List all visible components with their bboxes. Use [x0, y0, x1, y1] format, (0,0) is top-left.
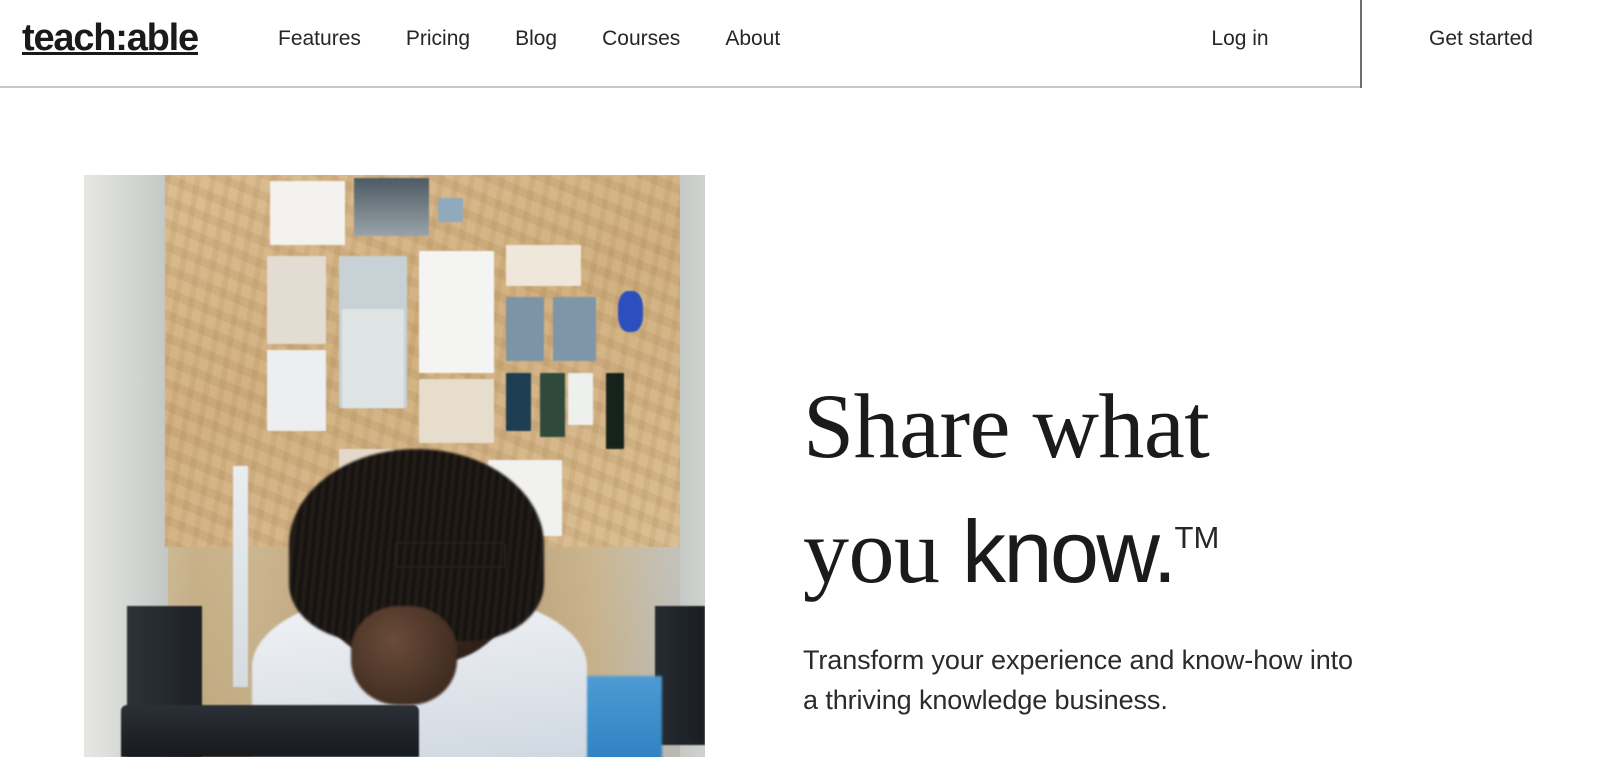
photo-measuring-tape [233, 466, 248, 688]
nav-item-blog[interactable]: Blog [515, 25, 557, 53]
photo-paper [270, 180, 345, 245]
headline-line-1: Share what [803, 375, 1210, 477]
hero-subheadline: Transform your experience and know-how i… [803, 640, 1463, 720]
page-root: teach:able Features Pricing Blog Courses… [0, 0, 1600, 757]
photo-swatch [540, 372, 566, 437]
hero-section: Share what you know.TM Transform your ex… [0, 88, 1600, 757]
photo-swatch [506, 297, 544, 362]
photo-paper [506, 244, 581, 286]
hero-photo [84, 175, 705, 757]
photo-swatch [552, 297, 597, 362]
photo-sticker [437, 198, 463, 222]
photo-glasses [394, 541, 507, 568]
photo-photo-print [354, 177, 429, 237]
trademark-superscript: TM [1174, 520, 1220, 555]
login-cell[interactable]: Log in [1120, 0, 1360, 88]
get-started-cell[interactable]: Get started [1362, 0, 1600, 88]
subhead-line-2: a thriving knowledge business. [803, 685, 1168, 715]
headline-line-2-serif: you [803, 500, 940, 602]
photo-chair [574, 675, 662, 757]
photo-swatch [506, 372, 532, 432]
photo-paper [267, 256, 327, 344]
photo-paper [419, 250, 494, 373]
site-header: teach:able Features Pricing Blog Courses… [0, 0, 1600, 88]
photo-swatch [568, 372, 594, 426]
nav-item-pricing[interactable]: Pricing [406, 25, 470, 53]
hero-headline: Share what you know.TM [803, 371, 1503, 607]
get-started-button[interactable]: Get started [1429, 25, 1533, 53]
photo-sketch [341, 308, 404, 408]
hero-image [84, 175, 705, 757]
photo-swatch [605, 372, 625, 449]
nav-item-courses[interactable]: Courses [602, 25, 680, 53]
main-navigation: Features Pricing Blog Courses About [278, 25, 780, 53]
login-link[interactable]: Log in [1211, 25, 1268, 53]
nav-item-about[interactable]: About [725, 25, 780, 53]
photo-paper [267, 349, 327, 432]
header-actions: Log in Get started [1120, 0, 1600, 88]
subhead-line-1: Transform your experience and know-how i… [803, 645, 1353, 675]
photo-note [419, 378, 494, 443]
logo-teachable[interactable]: teach:able [22, 16, 199, 60]
headline-line-2-sans: know. [962, 502, 1177, 601]
nav-item-features[interactable]: Features [278, 25, 361, 53]
photo-speaker-right [655, 605, 705, 746]
photo-laptop [121, 704, 420, 757]
photo-person-arm [351, 605, 457, 705]
photo-blue-object [618, 291, 643, 333]
